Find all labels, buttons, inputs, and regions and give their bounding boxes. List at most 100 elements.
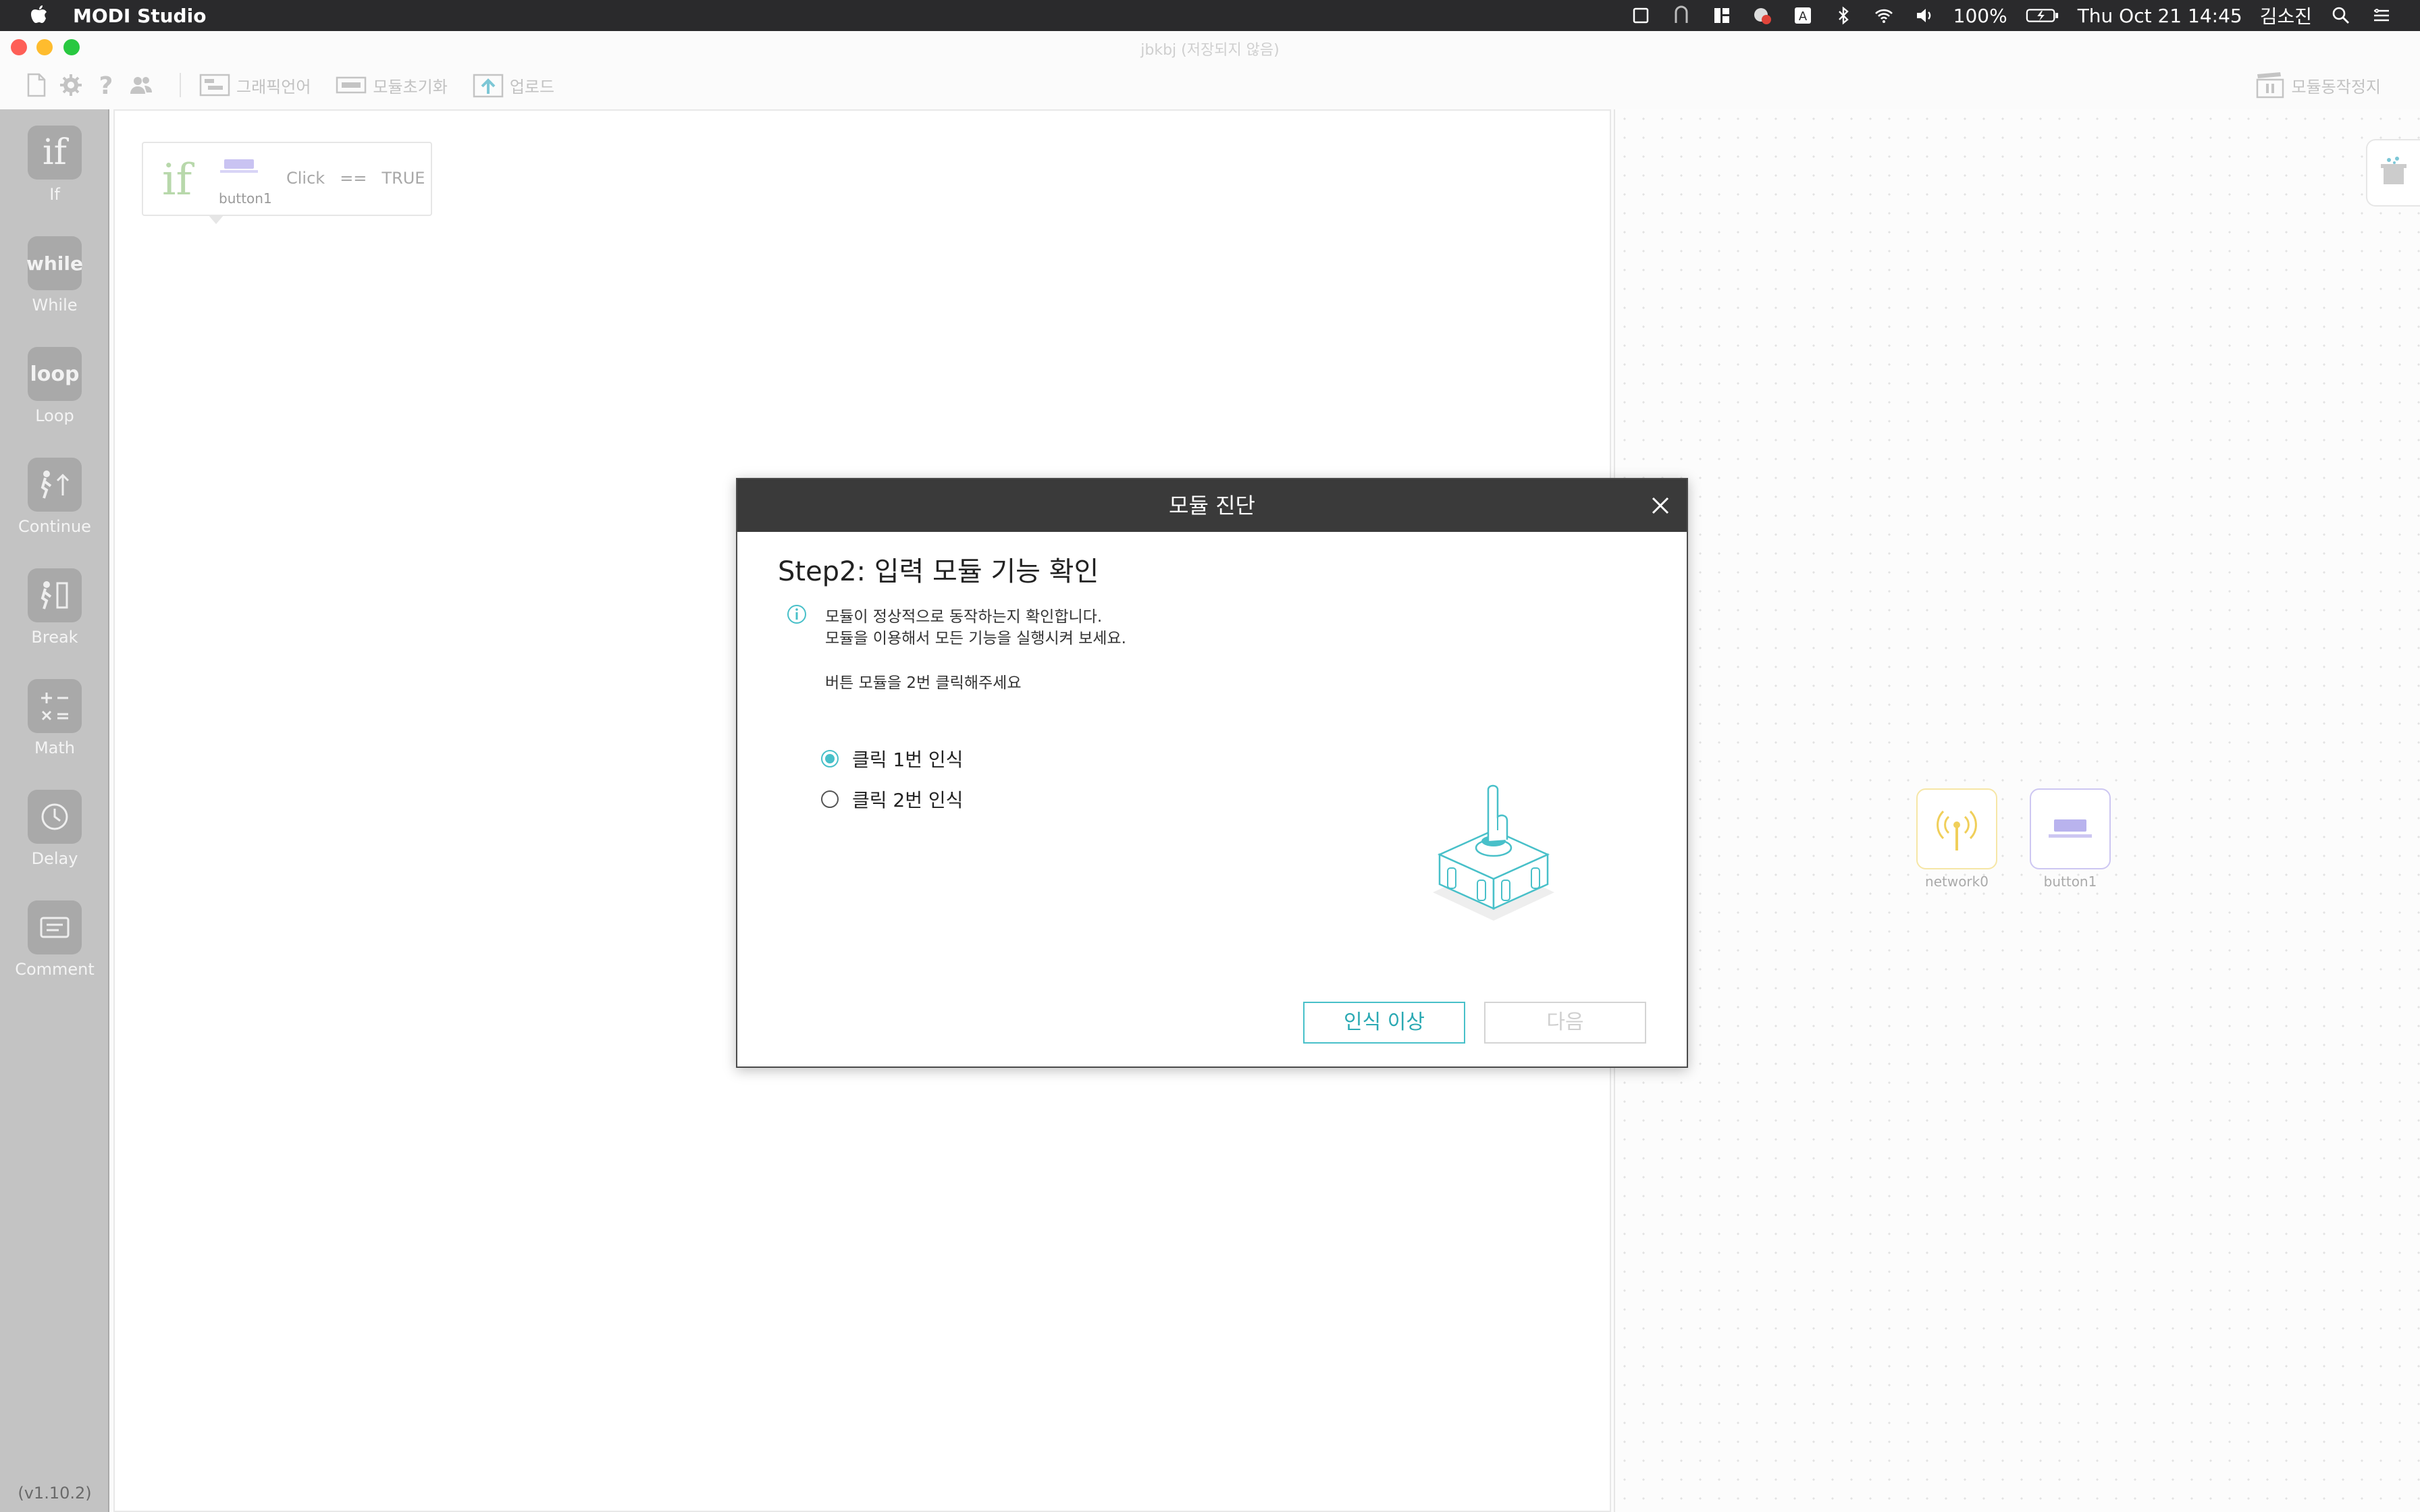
- upload-label: 업로드: [509, 77, 555, 97]
- airplay-icon[interactable]: [1670, 4, 1693, 27]
- app-window: jbkbj (저장되지 않음) ? 그래픽언어 모듈초기화 업로드 모듈동작정지…: [0, 31, 2420, 1512]
- help-question-icon[interactable]: ?: [90, 70, 122, 101]
- loop-icon: loop: [28, 347, 82, 401]
- bluetooth-icon[interactable]: [1832, 4, 1855, 27]
- math-icon: [28, 679, 82, 733]
- palette-item-math[interactable]: Math: [0, 663, 109, 764]
- battery-icon[interactable]: [2025, 4, 2060, 27]
- block-property[interactable]: Click: [286, 169, 325, 188]
- apple-icon[interactable]: [26, 4, 53, 27]
- dialog-close-button[interactable]: [1646, 491, 1675, 520]
- radio-option-label: 클릭 1번 인식: [852, 749, 964, 771]
- info-icon: [787, 605, 806, 624]
- network-module-tile[interactable]: [1916, 788, 1997, 869]
- palette-item-label: Loop: [35, 406, 74, 425]
- radio-option-2[interactable]: 클릭 2번 인식: [821, 786, 963, 813]
- recognition-issue-button[interactable]: 인식 이상: [1303, 1002, 1465, 1044]
- block-operator[interactable]: ==: [340, 169, 367, 188]
- if-keyword: if: [162, 155, 192, 205]
- graphic-language-label: 그래픽언어: [236, 77, 311, 97]
- module-stop-label: 모듈동작정지: [2291, 77, 2381, 97]
- radio-button-checked[interactable]: [821, 750, 839, 767]
- trash-icon: [2381, 157, 2406, 184]
- upload-button[interactable]: 업로드: [472, 72, 554, 99]
- continue-icon: [28, 458, 82, 512]
- record-icon[interactable]: [1751, 4, 1774, 27]
- dialog-header-title: 모듈 진단: [1169, 493, 1255, 518]
- module-name: button1: [2043, 873, 2097, 890]
- palette-item-if[interactable]: if If: [0, 109, 109, 211]
- while-icon: while: [26, 236, 83, 290]
- palette-item-label: If: [49, 185, 60, 204]
- palette-item-continue[interactable]: Continue: [0, 441, 109, 543]
- palette-item-break[interactable]: Break: [0, 552, 109, 653]
- window-zoom-button[interactable]: [63, 39, 80, 55]
- palette-item-loop[interactable]: loop Loop: [0, 331, 109, 432]
- volume-icon[interactable]: [1913, 4, 1936, 27]
- palette-item-label: While: [32, 296, 78, 315]
- block-module-name[interactable]: button1: [219, 190, 272, 207]
- input-source-icon[interactable]: A: [1791, 4, 1814, 27]
- radio-option-label: 클릭 2번 인식: [852, 789, 964, 811]
- menubar-clock[interactable]: Thu Oct 21 14:45: [2078, 5, 2242, 27]
- radio-button[interactable]: [821, 790, 839, 808]
- block-connector: [208, 215, 224, 224]
- spotlight-search-icon[interactable]: [2330, 4, 2352, 27]
- block-palette: if If while While loop Loop Continue Bre…: [0, 109, 109, 1512]
- close-icon: [1652, 497, 1669, 514]
- module-button1[interactable]: button1: [2030, 788, 2111, 890]
- dialog-instruction: 버튼 모듈을 2번 클릭해주세요: [825, 674, 1022, 692]
- module-name: network0: [1925, 873, 1989, 890]
- module-canvas[interactable]: network0 button1: [1614, 109, 2420, 1512]
- break-icon: [28, 568, 82, 622]
- module-network0[interactable]: network0: [1916, 788, 1997, 890]
- new-file-icon[interactable]: [20, 70, 51, 101]
- block-value[interactable]: TRUE: [382, 169, 425, 188]
- clock-icon: [28, 790, 82, 844]
- palette-item-delay[interactable]: Delay: [0, 774, 109, 875]
- battery-percent: 100%: [1953, 4, 2007, 27]
- if-icon: if: [28, 126, 82, 180]
- if-code-block[interactable]: if button1 Click == TRUE: [142, 142, 432, 224]
- trash-bin-button[interactable]: [2366, 139, 2420, 207]
- module-reset-button[interactable]: 모듈초기화: [335, 72, 448, 99]
- button-press-illustration: [1433, 784, 1554, 921]
- dialog-step-title: Step2: 입력 모듈 기능 확인: [778, 556, 1099, 587]
- palette-item-label: Continue: [18, 517, 91, 536]
- wifi-icon[interactable]: [1872, 4, 1895, 27]
- module-stop-button[interactable]: 모듈동작정지: [2254, 66, 2381, 104]
- svg-text:A: A: [1798, 9, 1807, 24]
- antenna-icon: [1937, 810, 1977, 850]
- palette-item-label: Comment: [15, 960, 95, 979]
- module-reset-label: 모듈초기화: [373, 77, 448, 97]
- palette-item-while[interactable]: while While: [0, 220, 109, 321]
- dialog-info-line-1: 모듈이 정상적으로 동작하는지 확인합니다.: [825, 608, 1103, 626]
- app-menu-name[interactable]: MODI Studio: [73, 5, 206, 27]
- dialog-header: 모듈 진단: [737, 479, 1687, 532]
- app-version: (v1.10.2): [18, 1484, 92, 1503]
- clapperboard-icon: [2256, 72, 2284, 99]
- button-module-icon: [220, 159, 258, 173]
- menubar: MODI Studio A 100% Thu Oct 21 14:45 김소진: [0, 0, 2420, 31]
- window-icon[interactable]: [1629, 4, 1652, 27]
- toolbar-divider: [180, 73, 181, 97]
- module-diagnosis-dialog: 모듈 진단 Step2: 입력 모듈 기능 확인 모듈이 정상적으로 동작하는지…: [736, 478, 1688, 1068]
- toolbar: ? 그래픽언어 모듈초기화 업로드 모듈동작정지: [0, 66, 2420, 104]
- window-close-button[interactable]: [11, 39, 27, 55]
- dialog-info-line-2: 모듈을 이용해서 모든 기능을 실행시켜 보세요.: [825, 630, 1126, 647]
- control-center-icon[interactable]: [2370, 4, 2393, 27]
- grid-icon[interactable]: [1710, 4, 1733, 27]
- window-title: jbkbj (저장되지 않음): [1140, 42, 1280, 59]
- next-button[interactable]: 다음: [1484, 1002, 1646, 1044]
- upload-icon: [473, 74, 504, 98]
- graphic-language-button[interactable]: 그래픽언어: [199, 72, 311, 99]
- window-minimize-button[interactable]: [36, 39, 53, 55]
- palette-item-comment[interactable]: Comment: [0, 884, 109, 986]
- radio-option-1[interactable]: 클릭 1번 인식: [821, 745, 963, 772]
- comment-icon: [28, 900, 82, 954]
- menubar-user[interactable]: 김소진: [2260, 2, 2312, 29]
- settings-gear-icon[interactable]: [55, 70, 86, 101]
- palette-item-label: Math: [34, 738, 76, 757]
- button-module-tile[interactable]: [2030, 788, 2111, 869]
- users-icon[interactable]: [126, 70, 157, 101]
